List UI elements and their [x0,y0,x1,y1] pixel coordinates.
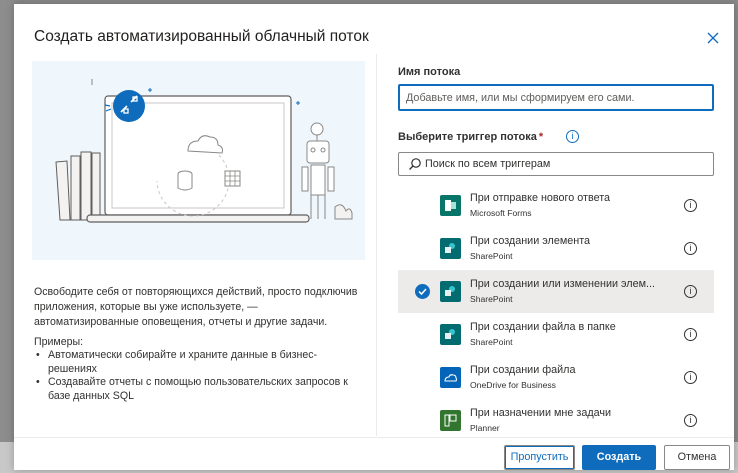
trigger-connector: OneDrive for Business [470,380,556,390]
books-icon [55,151,101,221]
trigger-item-forms-new-response[interactable]: При отправке нового ответа Microsoft For… [398,184,714,227]
trigger-title: При создании или изменении элем... [470,278,656,290]
trigger-item-onedrive-file-created[interactable]: При создании файла OneDrive for Business… [398,356,714,399]
sharepoint-icon [440,281,461,302]
trigger-list-scrollbar[interactable] [720,184,726,434]
onedrive-icon [440,367,461,388]
trigger-info-icon[interactable]: i [684,328,697,341]
required-mark: * [538,131,544,143]
column-divider [376,54,377,436]
description-text: Освободите себя от повторяющихся действи… [34,286,358,328]
robot-icon [301,122,353,220]
trigger-list: При отправке нового ответа Microsoft For… [398,184,714,434]
trigger-info-icon[interactable]: i [566,130,579,143]
trigger-item-sharepoint-item-created[interactable]: При создании элемента SharePoint i [398,227,714,270]
create-button[interactable]: Создать [582,445,656,470]
footer-divider [14,437,734,438]
trigger-label-text: Выберите триггер потока [398,131,537,143]
example-item: Автоматически собирайте и храните данные… [36,349,366,376]
trigger-info-icon[interactable]: i [684,414,697,427]
close-button[interactable] [704,29,722,47]
flow-name-input[interactable] [398,84,714,111]
trigger-connector: Planner [470,423,500,433]
trigger-title: При назначении мне задачи [470,407,612,419]
trigger-connector: SharePoint [470,251,513,261]
planner-icon [440,410,461,431]
page-backdrop [0,0,14,473]
trigger-info-icon[interactable]: i [684,371,697,384]
search-icon [409,158,421,170]
trigger-search-input[interactable] [425,155,705,173]
trigger-connector: SharePoint [470,294,513,304]
trigger-item-sharepoint-file-created-in-folder[interactable]: При создании файла в папке SharePoint i [398,313,714,356]
trigger-search-box[interactable] [398,152,714,176]
trigger-title: При отправке нового ответа [470,192,611,204]
examples-title: Примеры: [34,336,84,348]
cancel-button[interactable]: Отмена [664,445,730,470]
example-item: Создавайте отчеты с помощью пользователь… [36,376,366,403]
skip-button[interactable]: Пропустить [504,445,575,470]
close-icon [707,32,719,44]
examples-list: Автоматически собирайте и храните данные… [36,349,366,403]
dialog-title: Создать автоматизированный облачный пото… [34,28,369,45]
trigger-title: При создании файла в папке [470,321,616,333]
sharepoint-icon [440,324,461,345]
trigger-info-icon[interactable]: i [684,242,697,255]
forms-icon [440,195,461,216]
trigger-title: При создании элемента [470,235,591,247]
trigger-connector: SharePoint [470,337,513,347]
trigger-connector: Microsoft Forms [470,208,532,218]
trigger-label: Выберите триггер потока * [398,131,543,143]
trigger-title: При создании файла [470,364,576,376]
flow-name-label: Имя потока [398,66,461,78]
trigger-info-icon[interactable]: i [684,285,697,298]
checkmark-icon [415,284,430,299]
trigger-item-planner-task-assigned[interactable]: При назначении мне задачи Planner i [398,399,714,434]
trigger-item-sharepoint-item-created-or-modified[interactable]: При создании или изменении элем... Share… [398,270,714,313]
sharepoint-icon [440,238,461,259]
create-flow-dialog: Создать автоматизированный облачный пото… [14,4,734,470]
trigger-info-icon[interactable]: i [684,199,697,212]
flow-illustration [32,61,365,260]
